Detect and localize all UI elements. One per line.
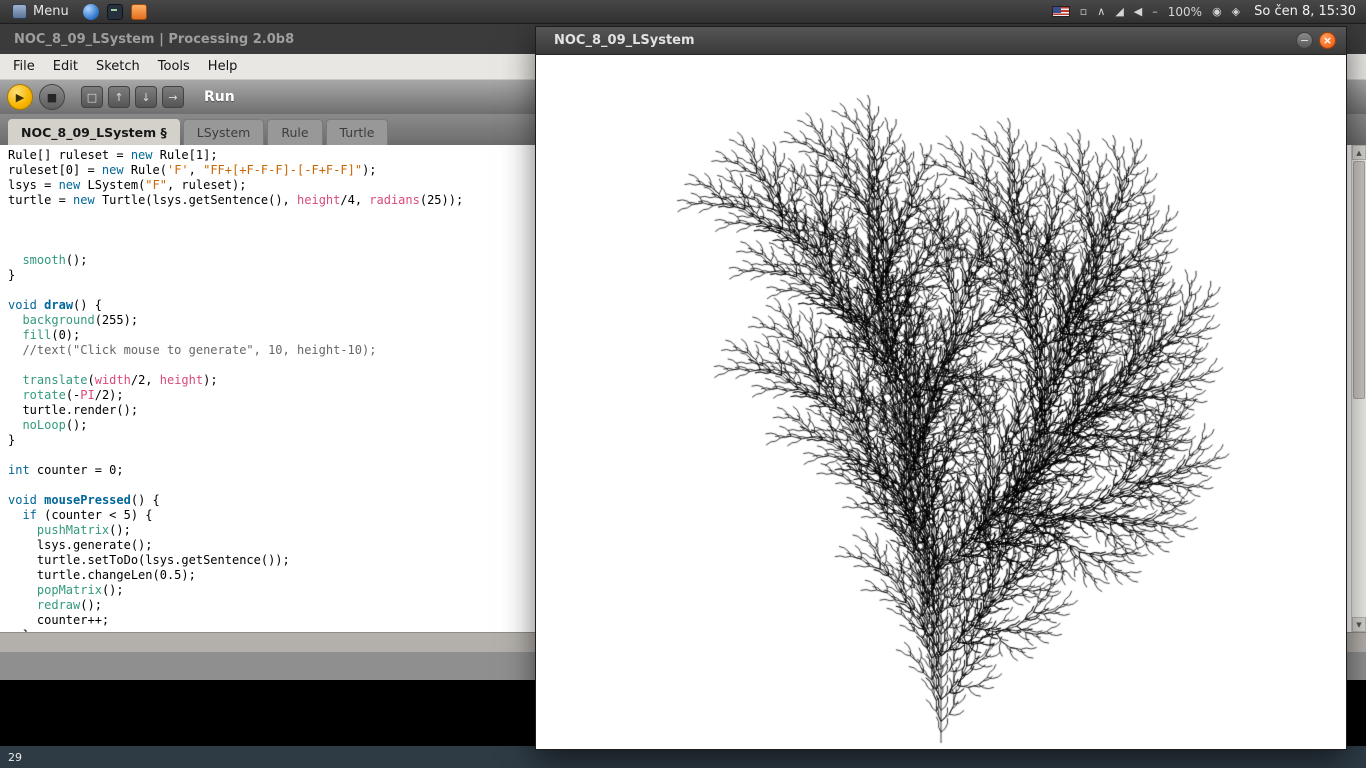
caret-icon[interactable]: ∧ xyxy=(1097,5,1105,18)
notifications-icon[interactable]: ◉ xyxy=(1212,5,1222,18)
sketch-canvas[interactable] xyxy=(536,55,1346,749)
menu-item-help[interactable]: Help xyxy=(199,54,247,79)
browser-launcher-icon[interactable] xyxy=(83,4,99,20)
files-launcher-icon[interactable] xyxy=(131,4,147,20)
scrollbar-track[interactable] xyxy=(1352,160,1366,617)
scrollbar-thumb[interactable] xyxy=(1353,161,1365,399)
minimize-icon: − xyxy=(1300,35,1309,46)
clock[interactable]: So čen 8, 15:30 xyxy=(1254,4,1356,19)
dash-icon: – xyxy=(1152,5,1158,18)
volume-icon[interactable]: ◀ xyxy=(1134,5,1142,18)
settings-icon[interactable]: ◈ xyxy=(1232,5,1240,18)
panel-left: Menu xyxy=(0,2,147,21)
minimize-button[interactable]: − xyxy=(1296,32,1313,49)
menu-icon xyxy=(12,4,27,19)
menu-item-edit[interactable]: Edit xyxy=(44,54,87,79)
desktop-panel: Menu ▫ ∧ ◢ ◀ – 100% ◉ ◈ So čen 8, 15:30 xyxy=(0,0,1366,24)
terminal-launcher-icon[interactable] xyxy=(107,4,123,20)
tab-main-sketch[interactable]: NOC_8_09_LSystem § xyxy=(8,119,180,145)
run-button[interactable]: ▶ xyxy=(7,84,33,110)
scroll-up-icon: ▲ xyxy=(1356,149,1361,157)
desktop-menu-button[interactable]: Menu xyxy=(6,2,75,21)
toolbar-status-label: Run xyxy=(204,89,235,105)
menu-item-file[interactable]: File xyxy=(4,54,44,79)
tab-lsystem[interactable]: LSystem xyxy=(183,119,265,145)
line-number-indicator: 29 xyxy=(8,751,22,764)
stop-button[interactable]: ■ xyxy=(39,84,65,110)
save-sketch-button[interactable]: ↓ xyxy=(135,86,157,108)
sketch-titlebar[interactable]: NOC_8_09_LSystem − × xyxy=(536,27,1346,55)
tab-rule[interactable]: Rule xyxy=(267,119,322,145)
export-button[interactable]: → xyxy=(162,86,184,108)
sketch-window-title: NOC_8_09_LSystem xyxy=(554,33,1290,48)
scroll-down-icon: ▼ xyxy=(1356,621,1361,629)
flag-canton xyxy=(1053,7,1061,13)
export-icon: → xyxy=(168,91,177,104)
tab-turtle[interactable]: Turtle xyxy=(326,119,389,145)
menu-item-tools[interactable]: Tools xyxy=(149,54,199,79)
volume-level-label: 100% xyxy=(1168,5,1202,19)
editor-scrollbar[interactable]: ▲ ▼ xyxy=(1351,145,1366,632)
network-icon[interactable]: ◢ xyxy=(1115,5,1123,18)
toolbar-file-buttons: □ ↑ ↓ → xyxy=(81,86,184,108)
scroll-up-button[interactable]: ▲ xyxy=(1352,145,1366,160)
open-sketch-button[interactable]: ↑ xyxy=(108,86,130,108)
close-button[interactable]: × xyxy=(1319,32,1336,49)
menu-label: Menu xyxy=(33,4,69,19)
window-selector-icon[interactable]: ▫ xyxy=(1080,5,1087,18)
sketch-window: NOC_8_09_LSystem − × xyxy=(535,26,1347,750)
scroll-down-button[interactable]: ▼ xyxy=(1352,617,1366,632)
play-icon: ▶ xyxy=(16,91,24,104)
keyboard-layout-flag-icon[interactable] xyxy=(1052,6,1070,17)
stop-icon: ■ xyxy=(47,91,57,104)
new-sketch-button[interactable]: □ xyxy=(81,86,103,108)
close-icon: × xyxy=(1323,35,1332,46)
new-sketch-icon: □ xyxy=(87,91,97,104)
save-icon: ↓ xyxy=(141,91,150,104)
system-tray: ▫ ∧ ◢ ◀ – 100% ◉ ◈ So čen 8, 15:30 xyxy=(1042,4,1366,19)
sketch-canvas-area xyxy=(536,55,1346,749)
ide-window-title: NOC_8_09_LSystem | Processing 2.0b8 xyxy=(14,32,294,47)
menu-item-sketch[interactable]: Sketch xyxy=(87,54,149,79)
open-icon: ↑ xyxy=(114,91,123,104)
